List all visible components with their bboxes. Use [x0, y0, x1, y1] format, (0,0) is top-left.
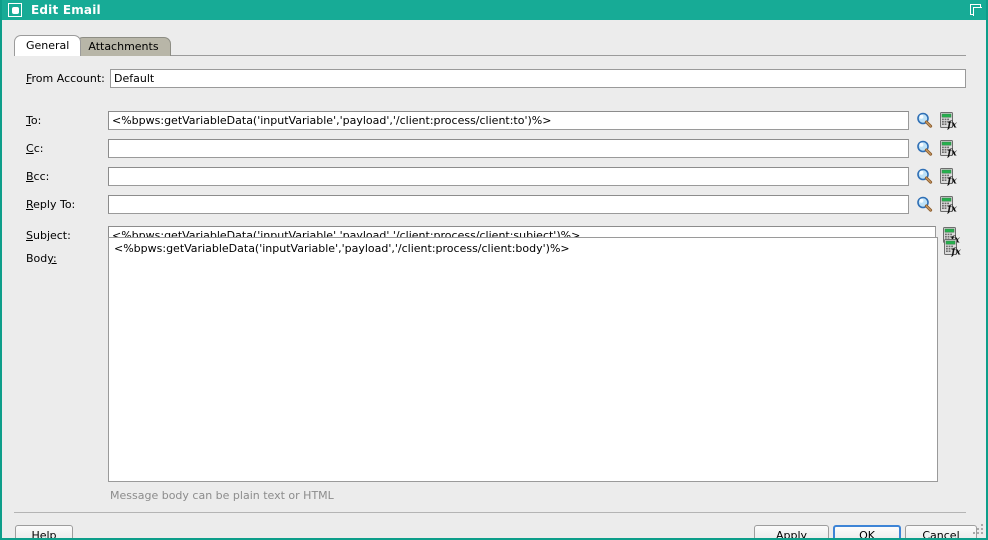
cc-label: Cc:: [26, 142, 44, 155]
expression-builder-fx-icon-to[interactable]: fx: [938, 111, 957, 130]
subject-label: Subject:: [26, 229, 71, 242]
svg-text:fx: fx: [947, 177, 958, 187]
expression-builder-fx-icon-body[interactable]: fx: [942, 238, 961, 257]
to-input[interactable]: <%bpws:getVariableData('inputVariable','…: [108, 111, 909, 130]
window-titlebar[interactable]: Edit Email: [2, 0, 986, 20]
tab-bar: General Attachments: [14, 35, 171, 56]
row-reply-to: Reply To: fx: [26, 195, 966, 214]
from-account-input[interactable]: Default: [110, 69, 966, 88]
expression-builder-fx-icon-reply-to[interactable]: fx: [938, 195, 957, 214]
expression-builder-fx-icon-cc[interactable]: fx: [938, 139, 957, 158]
cancel-button[interactable]: Cancel: [905, 525, 977, 538]
tab-attachments[interactable]: Attachments: [76, 37, 171, 56]
svg-text:fx: fx: [947, 121, 958, 131]
body-hint-text: Message body can be plain text or HTML: [110, 489, 334, 502]
body-label: Body:: [26, 252, 57, 265]
body-textarea[interactable]: <%bpws:getVariableData('inputVariable','…: [108, 237, 938, 482]
to-label: To:: [26, 114, 42, 127]
restore-window-icon[interactable]: [969, 3, 984, 17]
reply-to-input[interactable]: [108, 195, 909, 214]
svg-text:fx: fx: [947, 205, 958, 215]
resize-grip[interactable]: [969, 520, 983, 534]
svg-text:fx: fx: [947, 149, 958, 159]
svg-text:fx: fx: [951, 248, 962, 258]
search-magnifier-icon-to[interactable]: [915, 111, 934, 130]
search-magnifier-icon-reply-to[interactable]: [915, 195, 934, 214]
from-account-label: From Account:: [26, 72, 105, 85]
bcc-input[interactable]: [108, 167, 909, 186]
reply-to-label: Reply To:: [26, 198, 76, 211]
search-magnifier-icon-bcc[interactable]: [915, 167, 934, 186]
row-to: To: <%bpws:getVariableData('inputVariabl…: [26, 111, 966, 130]
expression-builder-fx-icon-bcc[interactable]: fx: [938, 167, 957, 186]
button-bar-separator: [14, 512, 966, 513]
edit-email-dialog: Edit Email General Attachments From Acco…: [0, 0, 988, 540]
row-from-account: From Account: Default: [26, 69, 966, 88]
cc-input[interactable]: [108, 139, 909, 158]
row-bcc: Bcc: fx: [26, 167, 966, 186]
row-cc: Cc: fx: [26, 139, 966, 158]
bcc-label: Bcc:: [26, 170, 50, 183]
search-magnifier-icon-cc[interactable]: [915, 139, 934, 158]
window-title: Edit Email: [31, 3, 101, 17]
tab-general[interactable]: General: [14, 35, 82, 56]
dialog-content: General Attachments From Account: Defaul…: [2, 20, 986, 538]
ok-button[interactable]: OK: [833, 525, 901, 538]
help-button[interactable]: Help: [15, 525, 73, 538]
apply-button[interactable]: Apply: [754, 525, 829, 538]
app-window-icon: [8, 3, 22, 17]
